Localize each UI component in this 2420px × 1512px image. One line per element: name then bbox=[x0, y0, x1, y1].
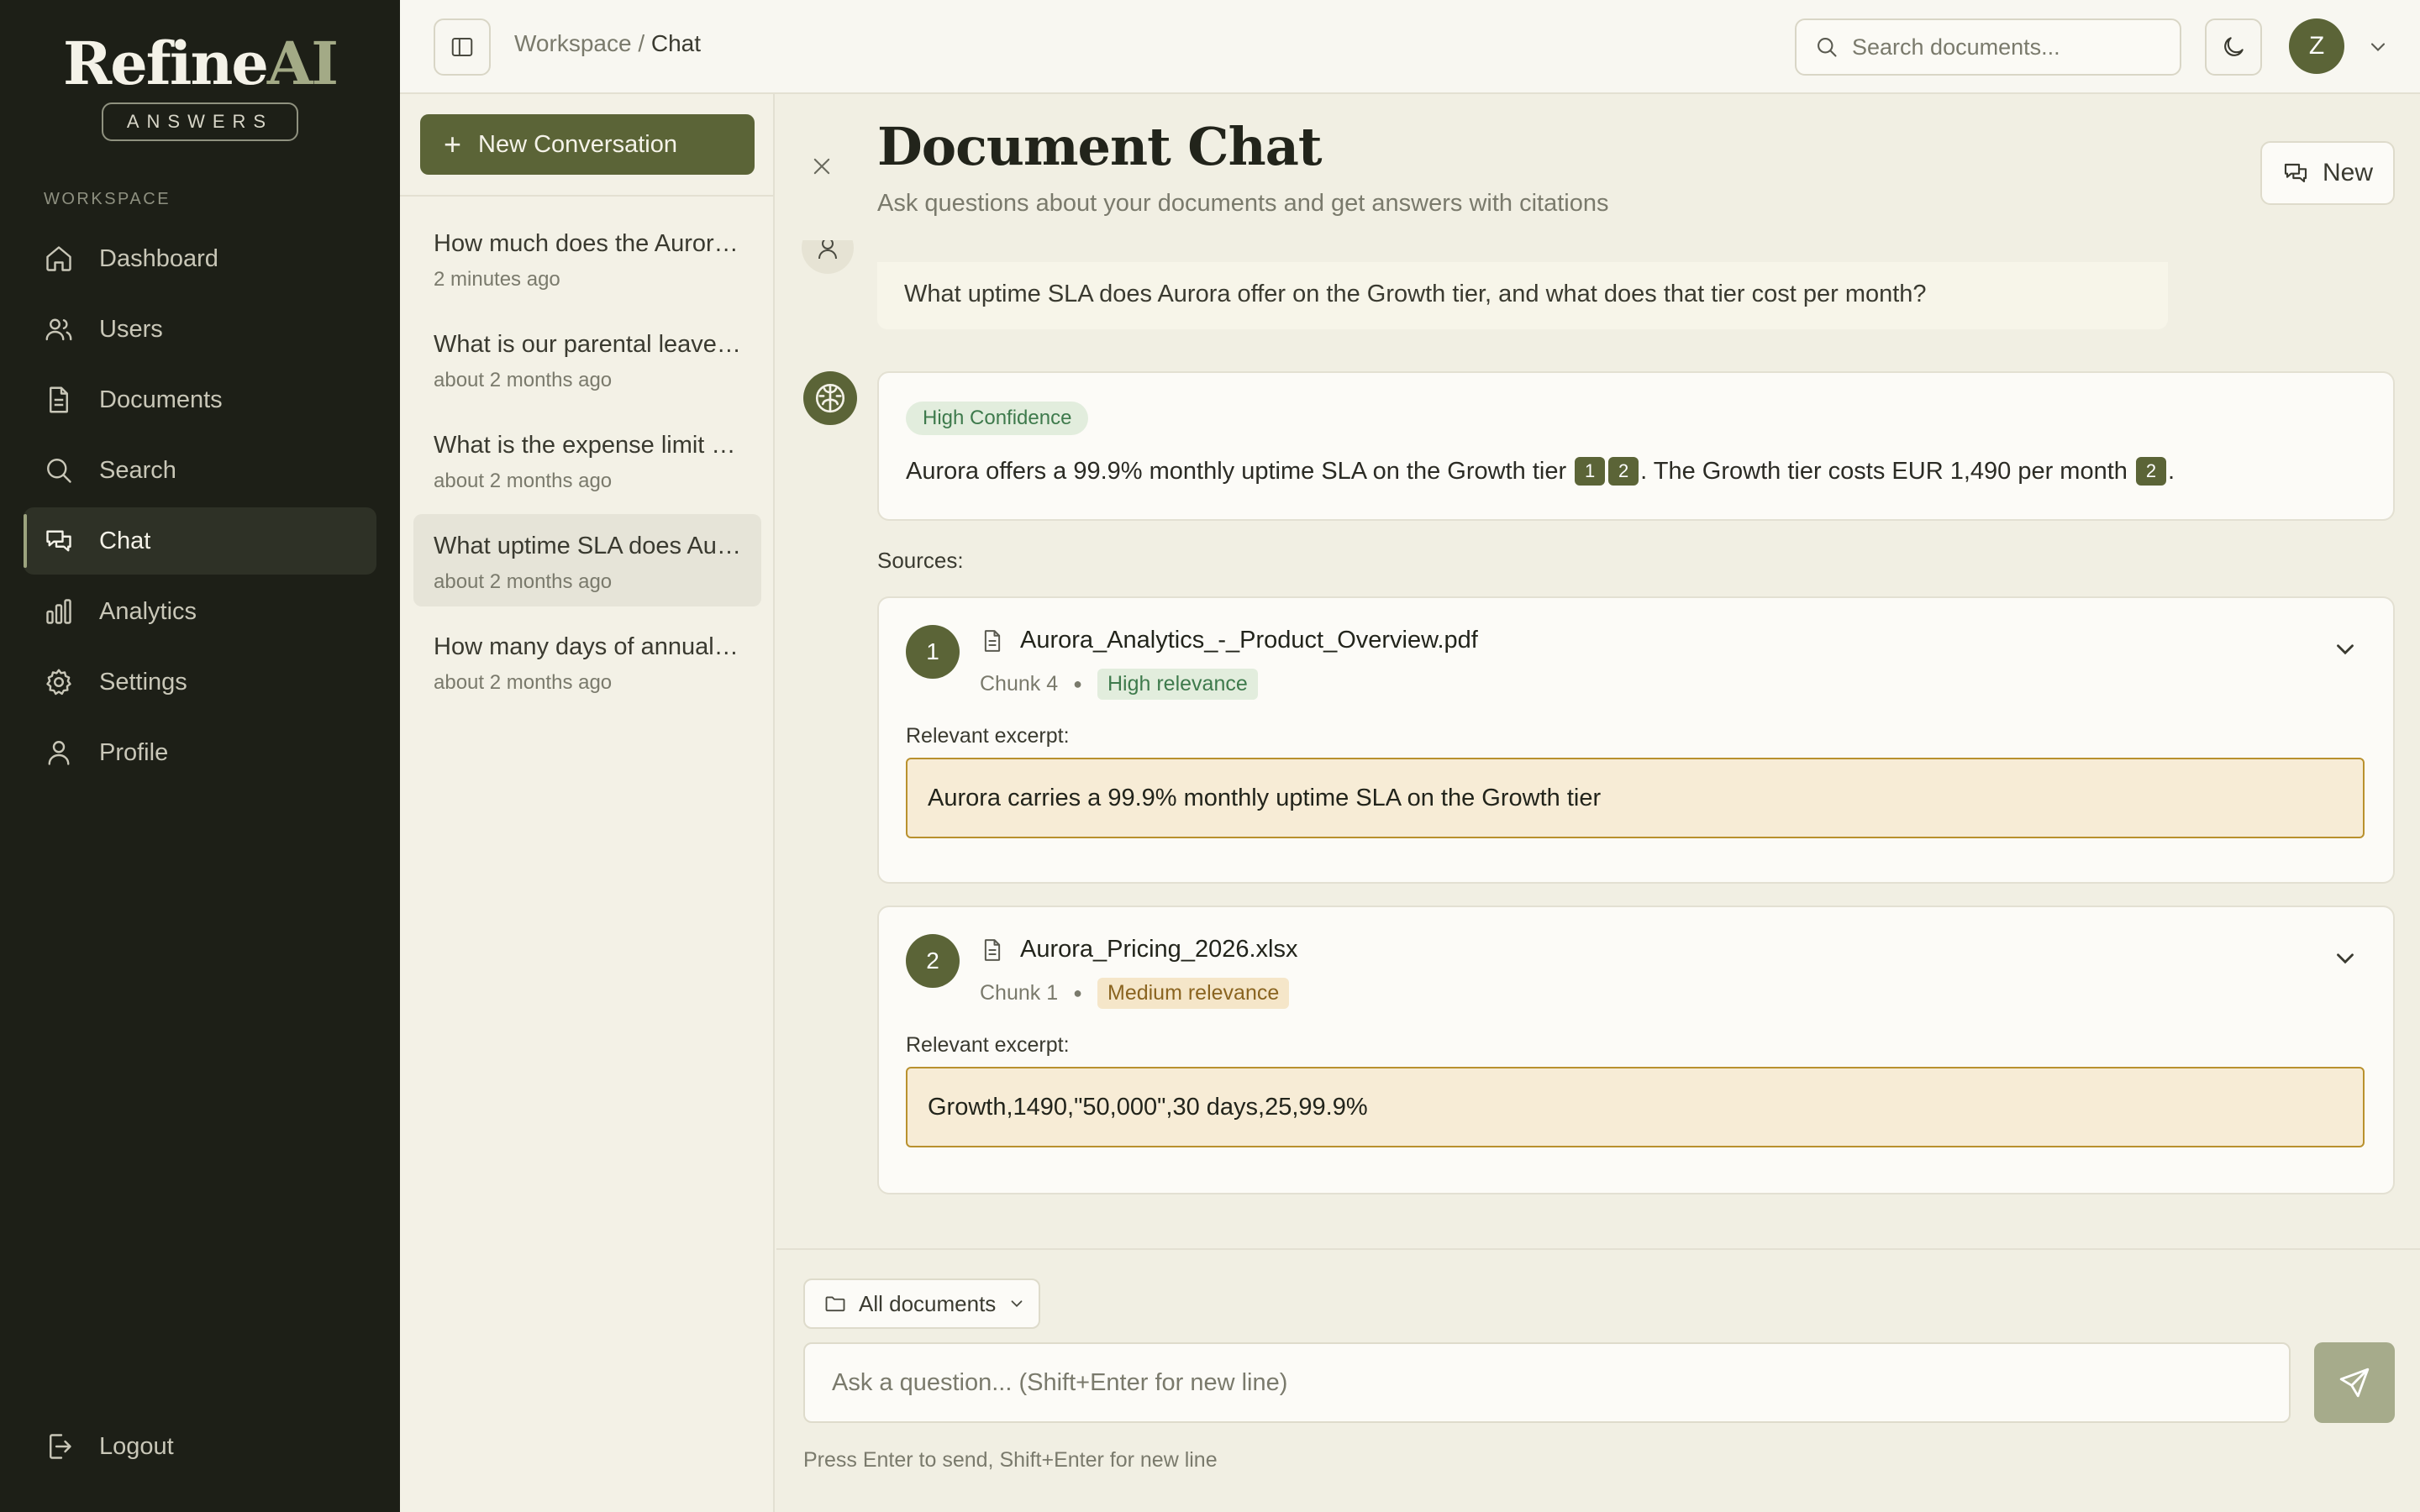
conversation-item[interactable]: How much does the Aurora Growth tier cos… bbox=[413, 212, 761, 304]
new-chat-button[interactable]: New bbox=[2260, 141, 2395, 205]
document-scope-dropdown[interactable]: All documents bbox=[803, 1278, 1040, 1329]
message-composer: All documents Press Enter to send, Shift… bbox=[776, 1248, 2420, 1512]
file-icon bbox=[984, 939, 1001, 961]
sidebar-item-analytics[interactable]: Analytics bbox=[24, 578, 376, 645]
conversation-list: + New Conversation How much does the Aur… bbox=[400, 94, 775, 1512]
page-title: Document Chat bbox=[877, 116, 1323, 177]
user-icon bbox=[48, 741, 70, 765]
divider bbox=[400, 195, 773, 197]
breadcrumb: Workspace / Chat bbox=[514, 30, 702, 56]
user-icon bbox=[802, 240, 854, 274]
logout-icon bbox=[50, 1434, 71, 1459]
excerpt-text: Aurora carries a 99.9% monthly uptime SL… bbox=[906, 758, 2365, 838]
new-conversation-button[interactable]: + New Conversation bbox=[420, 114, 755, 175]
chat-icon bbox=[46, 530, 71, 552]
logo: RefineAI ANSWERS bbox=[0, 32, 400, 141]
sidebar-item-dashboard[interactable]: Dashboard bbox=[24, 225, 376, 292]
top-header: Workspace / Chat Z bbox=[400, 0, 2420, 94]
folder-icon bbox=[825, 1296, 845, 1312]
chevron-down-icon[interactable] bbox=[2366, 35, 2390, 59]
source-number: 2 bbox=[906, 934, 960, 988]
source-chunk: Chunk 1 bbox=[980, 981, 1059, 1005]
logo-wordmark: RefineAI bbox=[63, 29, 339, 98]
excerpt-label: Relevant excerpt: bbox=[906, 1033, 1070, 1057]
citation-badge[interactable]: 2 bbox=[2135, 457, 2166, 486]
panel-icon bbox=[451, 38, 473, 56]
breadcrumb-workspace[interactable]: Workspace bbox=[514, 30, 632, 56]
file-icon bbox=[984, 630, 1001, 652]
source-card: 1 Aurora_Analytics_-_Product_Overview.pd… bbox=[877, 596, 2395, 884]
question-box[interactable] bbox=[803, 1342, 2291, 1423]
source-card: 2 Aurora_Pricing_2026.xlsx Chunk 1 ● Med… bbox=[877, 906, 2395, 1194]
excerpt-text: Growth,1490,"50,000",30 days,25,99.9% bbox=[906, 1067, 2365, 1147]
answer-text: Aurora offers a 99.9% monthly uptime SLA… bbox=[906, 457, 2175, 486]
gear-icon bbox=[46, 669, 71, 696]
assistant-avatar bbox=[803, 371, 857, 425]
user-message-avatar bbox=[802, 240, 854, 274]
relevance-badge: Medium relevance bbox=[1097, 978, 1290, 1009]
document-icon bbox=[50, 386, 68, 413]
composer-hint: Press Enter to send, Shift+Enter for new… bbox=[803, 1448, 1218, 1472]
search-icon bbox=[47, 459, 71, 483]
send-icon bbox=[2339, 1368, 2370, 1398]
workspace-section-label: WORKSPACE bbox=[44, 190, 171, 208]
confidence-badge: High Confidence bbox=[906, 402, 1089, 435]
chevron-down-icon[interactable] bbox=[2331, 635, 2360, 664]
source-filename[interactable]: Aurora_Pricing_2026.xlsx bbox=[1020, 936, 1297, 963]
sidebar-item-chat[interactable]: Chat bbox=[24, 507, 376, 575]
source-number: 1 bbox=[906, 625, 960, 679]
citation-badge[interactable]: 2 bbox=[1608, 457, 1639, 486]
source-meta: Chunk 4 ● High relevance bbox=[980, 669, 1258, 700]
plus-icon: + bbox=[444, 127, 462, 161]
sidebar-item-search[interactable]: Search bbox=[24, 437, 376, 504]
source-chunk: Chunk 4 bbox=[980, 672, 1059, 696]
separator-dot: ● bbox=[1073, 675, 1082, 692]
search-box[interactable] bbox=[1795, 18, 2181, 76]
search-input[interactable] bbox=[1852, 34, 2154, 60]
close-icon[interactable] bbox=[810, 155, 834, 178]
citation-badge[interactable]: 1 bbox=[1575, 457, 1606, 486]
assistant-answer: High Confidence Aurora offers a 99.9% mo… bbox=[877, 371, 2395, 521]
logout-button[interactable]: Logout bbox=[24, 1413, 376, 1480]
chat-main: Document Chat Ask questions about your d… bbox=[776, 94, 2420, 1512]
home-icon bbox=[46, 246, 71, 271]
user-message: What uptime SLA does Aurora offer on the… bbox=[877, 262, 2168, 329]
chevron-down-icon[interactable] bbox=[2331, 944, 2360, 973]
logo-subtitle: ANSWERS bbox=[101, 102, 299, 141]
source-filename[interactable]: Aurora_Analytics_-_Product_Overview.pdf bbox=[1020, 627, 1478, 654]
conversation-item[interactable]: What is the expense limit for travel? ab… bbox=[413, 413, 761, 506]
users-icon bbox=[45, 318, 72, 341]
breadcrumb-current: Chat bbox=[650, 30, 702, 56]
sidebar-item-settings[interactable]: Settings bbox=[24, 648, 376, 716]
sidebar-item-documents[interactable]: Documents bbox=[24, 366, 376, 433]
source-meta: Chunk 1 ● Medium relevance bbox=[980, 978, 1290, 1009]
sources-label: Sources: bbox=[877, 548, 964, 573]
user-avatar[interactable]: Z bbox=[2289, 18, 2344, 74]
sidebar-item-users[interactable]: Users bbox=[24, 296, 376, 363]
separator-dot: ● bbox=[1073, 984, 1082, 1001]
chevron-down-icon bbox=[1011, 1300, 1023, 1308]
chat-icon bbox=[2284, 163, 2307, 183]
search-icon bbox=[1818, 38, 1837, 57]
question-input[interactable] bbox=[805, 1344, 2289, 1421]
theme-toggle-button[interactable] bbox=[2205, 18, 2262, 76]
moon-icon bbox=[2224, 37, 2244, 56]
page-subtitle: Ask questions about your documents and g… bbox=[877, 190, 1609, 217]
conversation-item-active[interactable]: What uptime SLA does Aurora offer? about… bbox=[413, 514, 761, 606]
bar-chart-icon bbox=[46, 599, 71, 624]
sidebar-item-profile[interactable]: Profile bbox=[24, 719, 376, 786]
brain-icon bbox=[815, 383, 845, 413]
send-button[interactable] bbox=[2314, 1342, 2395, 1423]
sidebar: RefineAI ANSWERS WORKSPACE Dashboard Use… bbox=[0, 0, 400, 1512]
sidebar-toggle-button[interactable] bbox=[434, 18, 491, 76]
conversation-item[interactable]: How many days of annual leave do I get? … bbox=[413, 615, 761, 707]
conversation-item[interactable]: What is our parental leave policy? about… bbox=[413, 312, 761, 405]
excerpt-label: Relevant excerpt: bbox=[906, 724, 1070, 748]
relevance-badge: High relevance bbox=[1097, 669, 1258, 700]
